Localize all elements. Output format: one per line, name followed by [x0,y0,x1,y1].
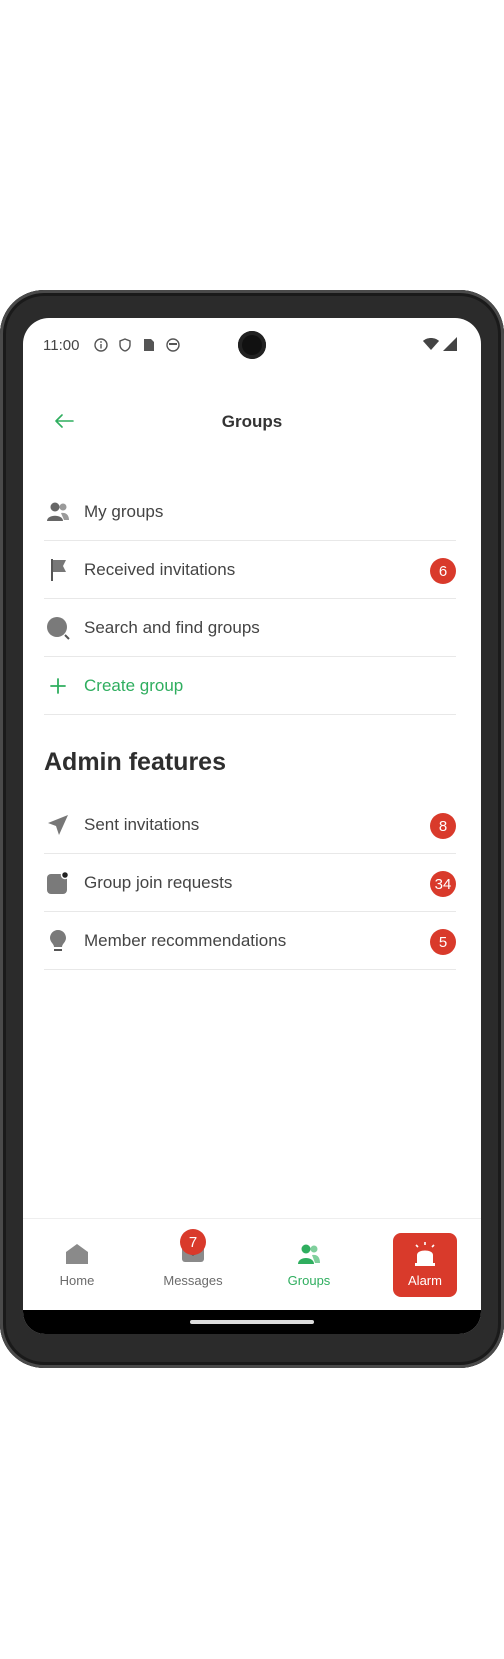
nav-label: Alarm [408,1273,442,1288]
people-icon [294,1239,324,1269]
home-indicator[interactable] [190,1320,314,1324]
phone-frame: 11:00 Groups My groups Received invitati… [0,290,504,1368]
page-title: Groups [221,412,283,431]
admin-menu: Sent invitations 8 Group join requests 3… [44,796,456,970]
menu-item-sent-invitations[interactable]: Sent invitations 8 [44,796,456,854]
people-icon [46,500,70,524]
nav-label: Messages [163,1273,223,1288]
lightbulb-icon [46,929,70,953]
home-icon [62,1239,92,1269]
admin-section-title: Admin features [44,748,226,776]
screen: 11:00 Groups My groups Received invitati… [23,318,481,1334]
status-icons [93,337,181,353]
menu-item-group-join-requests[interactable]: Group join requests 34 [44,854,456,912]
menu-item-label: Create group [84,675,184,695]
count-badge: 6 [430,558,456,584]
signal-icon [443,337,457,356]
menu-item-label: Search and find groups [84,617,260,637]
send-icon [46,813,70,837]
status-right-icons [423,337,457,356]
nav-alarm[interactable]: Alarm [393,1233,457,1297]
face-icon [165,337,181,353]
count-badge: 34 [430,871,456,897]
menu-item-label: My groups [84,501,164,521]
menu-item-label: Sent invitations [84,814,200,834]
status-time: 11:00 [43,337,80,354]
menu-item-create-group[interactable]: Create group [44,657,456,715]
gesture-bar [23,1310,481,1334]
sim-icon [141,337,157,353]
nav-label: Groups [287,1273,331,1288]
status-bar: 11:00 [23,318,481,374]
menu-item-my-groups[interactable]: My groups [44,483,456,541]
alarm-siren-icon [410,1239,440,1269]
flag-icon [46,558,70,582]
app-bar: Groups [23,398,481,448]
plus-icon [46,674,70,698]
nav-home[interactable]: Home [27,1233,127,1297]
menu-item-label: Group join requests [84,872,233,892]
menu-item-label: Received invitations [84,559,236,579]
notification-square-icon [46,870,70,895]
count-badge: 8 [430,813,456,839]
info-icon [93,337,109,353]
shield-icon [117,337,133,353]
menu-item-label: Member recommendations [84,930,287,950]
search-icon [46,616,70,640]
nav-groups[interactable]: Groups [259,1233,359,1297]
menu-item-search-groups[interactable]: Search and find groups [44,599,456,657]
wifi-icon [423,337,439,356]
nav-label: Home [59,1273,95,1288]
messages-badge: 7 [180,1229,206,1255]
menu-item-member-recommendations[interactable]: Member recommendations 5 [44,912,456,970]
bottom-navigation: Home Messages 7 Groups Alarm [23,1218,481,1310]
menu-item-received-invitations[interactable]: Received invitations 6 [44,541,456,599]
camera-cutout [238,331,266,359]
count-badge: 5 [430,929,456,955]
groups-menu: My groups Received invitations 6 Search … [44,483,456,715]
